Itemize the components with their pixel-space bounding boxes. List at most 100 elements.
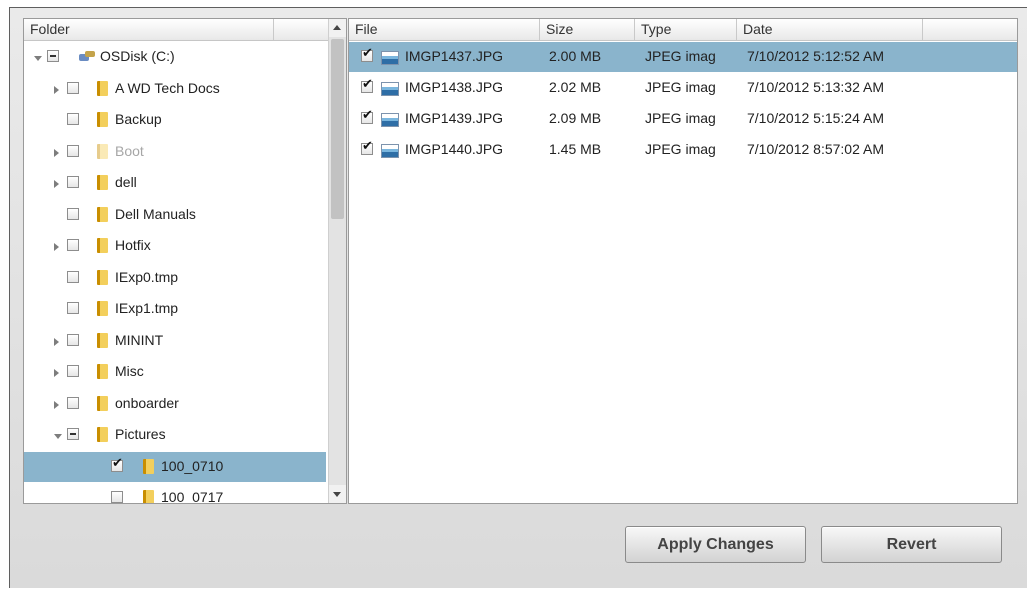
tree-item-label: A WD Tech Docs — [115, 79, 220, 96]
folder-tree-panel: Folder OSDisk (C:) A WD Tech Docs Backup Bo… — [23, 18, 347, 504]
expand-closed-icon[interactable] — [54, 180, 59, 188]
backup-selection-dialog: Folder OSDisk (C:) A WD Tech Docs Backup Bo… — [9, 7, 1027, 588]
folder-icon — [143, 490, 154, 503]
tree-checkbox[interactable] — [67, 365, 79, 377]
tree-checkbox[interactable] — [67, 176, 79, 188]
tree-row[interactable]: IExp0.tmp — [24, 263, 326, 293]
tree-item-label: Backup — [115, 111, 162, 127]
file-type: JPEG imag — [645, 141, 716, 157]
tree-item-label: IExp0.tmp — [115, 268, 179, 285]
expand-closed-icon[interactable] — [54, 85, 59, 94]
expand-closed-icon[interactable] — [54, 148, 59, 157]
tree-checkbox[interactable] — [111, 456, 123, 472]
folder-icon — [143, 458, 154, 474]
tree-checkbox[interactable] — [67, 270, 79, 283]
extra-column-header — [923, 19, 1017, 40]
tree-checkbox[interactable] — [67, 333, 79, 346]
tree-row[interactable]: Pictures — [24, 420, 326, 450]
file-row[interactable]: IMGP1438.JPG 2.02 MB JPEG imag 7/10/2012 5:… — [349, 73, 1017, 103]
folder-icon — [97, 80, 108, 96]
tree-checkbox[interactable] — [111, 491, 123, 503]
file-list-header: File Size Type Date — [349, 19, 1017, 41]
tree-row[interactable]: 100_0717 — [24, 483, 326, 504]
tree-item-label: 100_0710 — [161, 457, 224, 474]
tree-checkbox[interactable] — [67, 81, 79, 94]
tree-checkbox[interactable] — [67, 428, 79, 440]
expand-open-icon[interactable] — [34, 56, 42, 61]
tree-checkbox[interactable] — [67, 113, 79, 125]
file-name: IMGP1438.JPG — [405, 79, 504, 95]
tree-item-label: Hotfix — [115, 237, 151, 253]
file-type: JPEG imag — [645, 79, 716, 95]
file-row[interactable]: IMGP1437.JPG 2.00 MB JPEG imag 7/10/2012 5:… — [349, 42, 1017, 72]
expand-closed-icon[interactable] — [54, 337, 59, 346]
scroll-down-arrow-icon[interactable] — [329, 485, 346, 503]
tree-row[interactable]: Hotfix — [24, 231, 326, 261]
revert-button[interactable]: Revert — [821, 526, 1002, 563]
folder-icon — [97, 112, 108, 127]
tree-checkbox[interactable] — [67, 302, 79, 314]
tree-item-label: onboarder — [115, 394, 179, 411]
tree-row[interactable]: Boot — [24, 137, 326, 167]
tree-row[interactable]: dell — [24, 168, 326, 198]
folder-column-header[interactable]: Folder — [24, 19, 274, 40]
tree-row[interactable]: Backup — [24, 105, 326, 135]
tree-row[interactable]: A WD Tech Docs — [24, 74, 326, 104]
scroll-thumb[interactable] — [331, 39, 344, 219]
folder-icon — [97, 238, 108, 253]
file-checkbox[interactable] — [361, 108, 373, 124]
folder-icon — [97, 206, 108, 222]
file-type: JPEG imag — [645, 48, 716, 64]
tree-row[interactable]: 100_0710 — [24, 451, 326, 482]
tree-checkbox[interactable] — [67, 239, 79, 251]
tree-row[interactable]: Dell Manuals — [24, 200, 326, 230]
drive-icon — [79, 51, 95, 62]
file-row[interactable]: IMGP1440.JPG 1.45 MB JPEG imag 7/10/2012 8:… — [349, 135, 1017, 165]
file-checkbox[interactable] — [361, 77, 373, 93]
tree-checkbox[interactable] — [67, 144, 79, 157]
file-name: IMGP1439.JPG — [405, 110, 504, 126]
tree-row[interactable]: onboarder — [24, 389, 326, 419]
file-size: 2.00 MB — [549, 48, 602, 64]
folder-icon — [97, 269, 108, 285]
expand-open-icon[interactable] — [54, 434, 62, 439]
file-date: 7/10/2012 5:12:52 AM — [747, 48, 884, 64]
folder-column-spacer — [274, 19, 328, 40]
file-checkbox[interactable] — [361, 139, 373, 155]
tree-checkbox[interactable] — [67, 207, 79, 220]
tree-checkbox[interactable] — [47, 50, 59, 62]
tree-item-label: Dell Manuals — [115, 205, 196, 222]
tree-item-label: OSDisk (C:) — [100, 48, 175, 64]
type-column-header[interactable]: Type — [635, 19, 737, 40]
image-file-icon — [381, 144, 399, 158]
folder-tree-scrollbar[interactable] — [328, 19, 346, 503]
folder-icon — [97, 301, 108, 316]
tree-item-label: MININT — [115, 331, 164, 348]
folder-icon — [97, 395, 108, 411]
apply-changes-button[interactable]: Apply Changes — [625, 526, 806, 563]
file-size: 2.02 MB — [549, 79, 602, 95]
date-column-header[interactable]: Date — [737, 19, 923, 40]
file-row[interactable]: IMGP1439.JPG 2.09 MB JPEG imag 7/10/2012 5:… — [349, 104, 1017, 134]
tree-item-label: 100_0717 — [161, 489, 224, 504]
tree-row[interactable]: Misc — [24, 357, 326, 387]
tree-checkbox[interactable] — [67, 396, 79, 409]
tree-row[interactable]: MININT — [24, 326, 326, 356]
image-file-icon — [381, 51, 399, 65]
expand-closed-icon[interactable] — [54, 400, 59, 409]
scroll-up-arrow-icon[interactable] — [329, 19, 346, 37]
folder-icon — [97, 332, 108, 348]
expand-closed-icon[interactable] — [54, 243, 59, 251]
expand-closed-icon[interactable] — [54, 369, 59, 377]
image-file-icon — [381, 113, 399, 127]
file-column-header[interactable]: File — [349, 19, 540, 40]
size-column-header[interactable]: Size — [540, 19, 635, 40]
tree-item-label: IExp1.tmp — [115, 300, 179, 316]
file-checkbox[interactable] — [361, 46, 373, 62]
tree-row[interactable]: OSDisk (C:) — [24, 42, 326, 72]
tree-row[interactable]: IExp1.tmp — [24, 294, 326, 324]
folder-icon — [97, 175, 108, 190]
tree-item-label: dell — [115, 174, 137, 190]
file-date: 7/10/2012 8:57:02 AM — [747, 141, 884, 157]
file-name: IMGP1440.JPG — [405, 141, 504, 157]
